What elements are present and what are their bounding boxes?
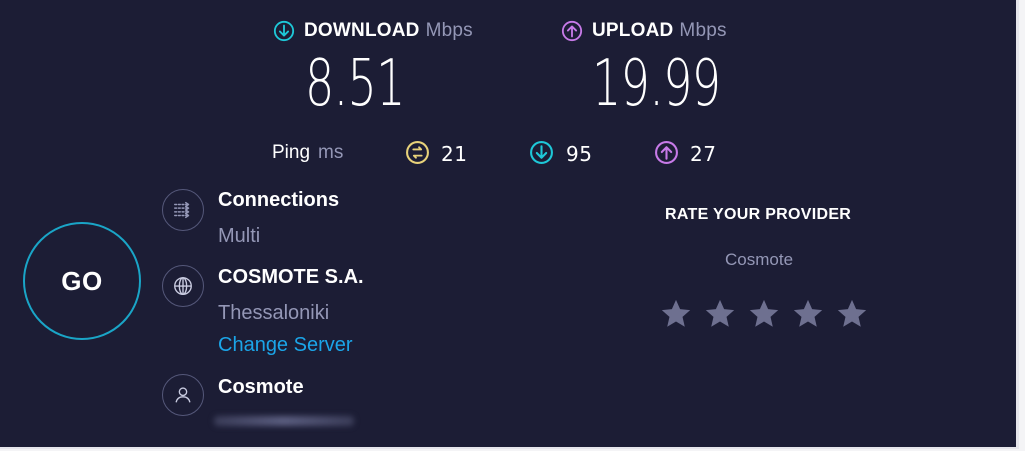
upload-arrow-icon [561, 20, 583, 42]
redacted-ip-address [214, 416, 354, 426]
ping-upload-value: 27 [690, 142, 717, 166]
star-icon-4[interactable] [791, 297, 825, 331]
change-server-link[interactable]: Change Server [218, 334, 353, 357]
star-icon-3[interactable] [747, 297, 781, 331]
connections-title: Connections [218, 189, 340, 211]
server-location: Thessaloniki [218, 302, 330, 324]
download-arrow-icon [273, 20, 295, 42]
connections-icon[interactable] [162, 189, 204, 231]
server-isp-name: COSMOTE S.A. [218, 266, 364, 288]
star-icon-1[interactable] [659, 297, 693, 331]
rate-provider-title: RATE YOUR PROVIDER [665, 206, 852, 223]
go-button-label: GO [61, 265, 103, 296]
user-provider-name: Cosmote [218, 376, 304, 398]
go-button[interactable]: GO [23, 222, 141, 340]
upload-label: UPLOAD [592, 20, 674, 41]
upload-value: 19.99 [592, 47, 721, 121]
download-label: DOWNLOAD [304, 20, 420, 41]
star-rating [659, 297, 869, 331]
user-icon[interactable] [162, 374, 204, 416]
ping-label-group: Ping ms [272, 142, 343, 164]
ping-idle-icon [406, 141, 429, 164]
globe-icon[interactable] [162, 265, 204, 307]
upload-unit: Mbps [679, 20, 727, 41]
download-header: DOWNLOAD Mbps [273, 20, 473, 42]
star-icon-2[interactable] [703, 297, 737, 331]
rate-provider-name: Cosmote [725, 250, 794, 269]
connections-value: Multi [218, 225, 261, 247]
download-unit: Mbps [425, 20, 473, 41]
upload-header: UPLOAD Mbps [561, 20, 727, 42]
ping-unit: ms [318, 142, 344, 163]
ping-idle-value: 21 [441, 142, 468, 166]
download-value: 8.51 [305, 47, 405, 121]
ping-download-value: 95 [566, 142, 593, 166]
speedtest-panel: DOWNLOAD Mbps 8.51 UPLOAD Mbps 19.99 Pin… [0, 0, 1019, 449]
ping-download-icon [530, 141, 553, 164]
ping-label: Ping [272, 142, 311, 163]
ping-upload-icon [655, 141, 678, 164]
star-icon-5[interactable] [835, 297, 869, 331]
